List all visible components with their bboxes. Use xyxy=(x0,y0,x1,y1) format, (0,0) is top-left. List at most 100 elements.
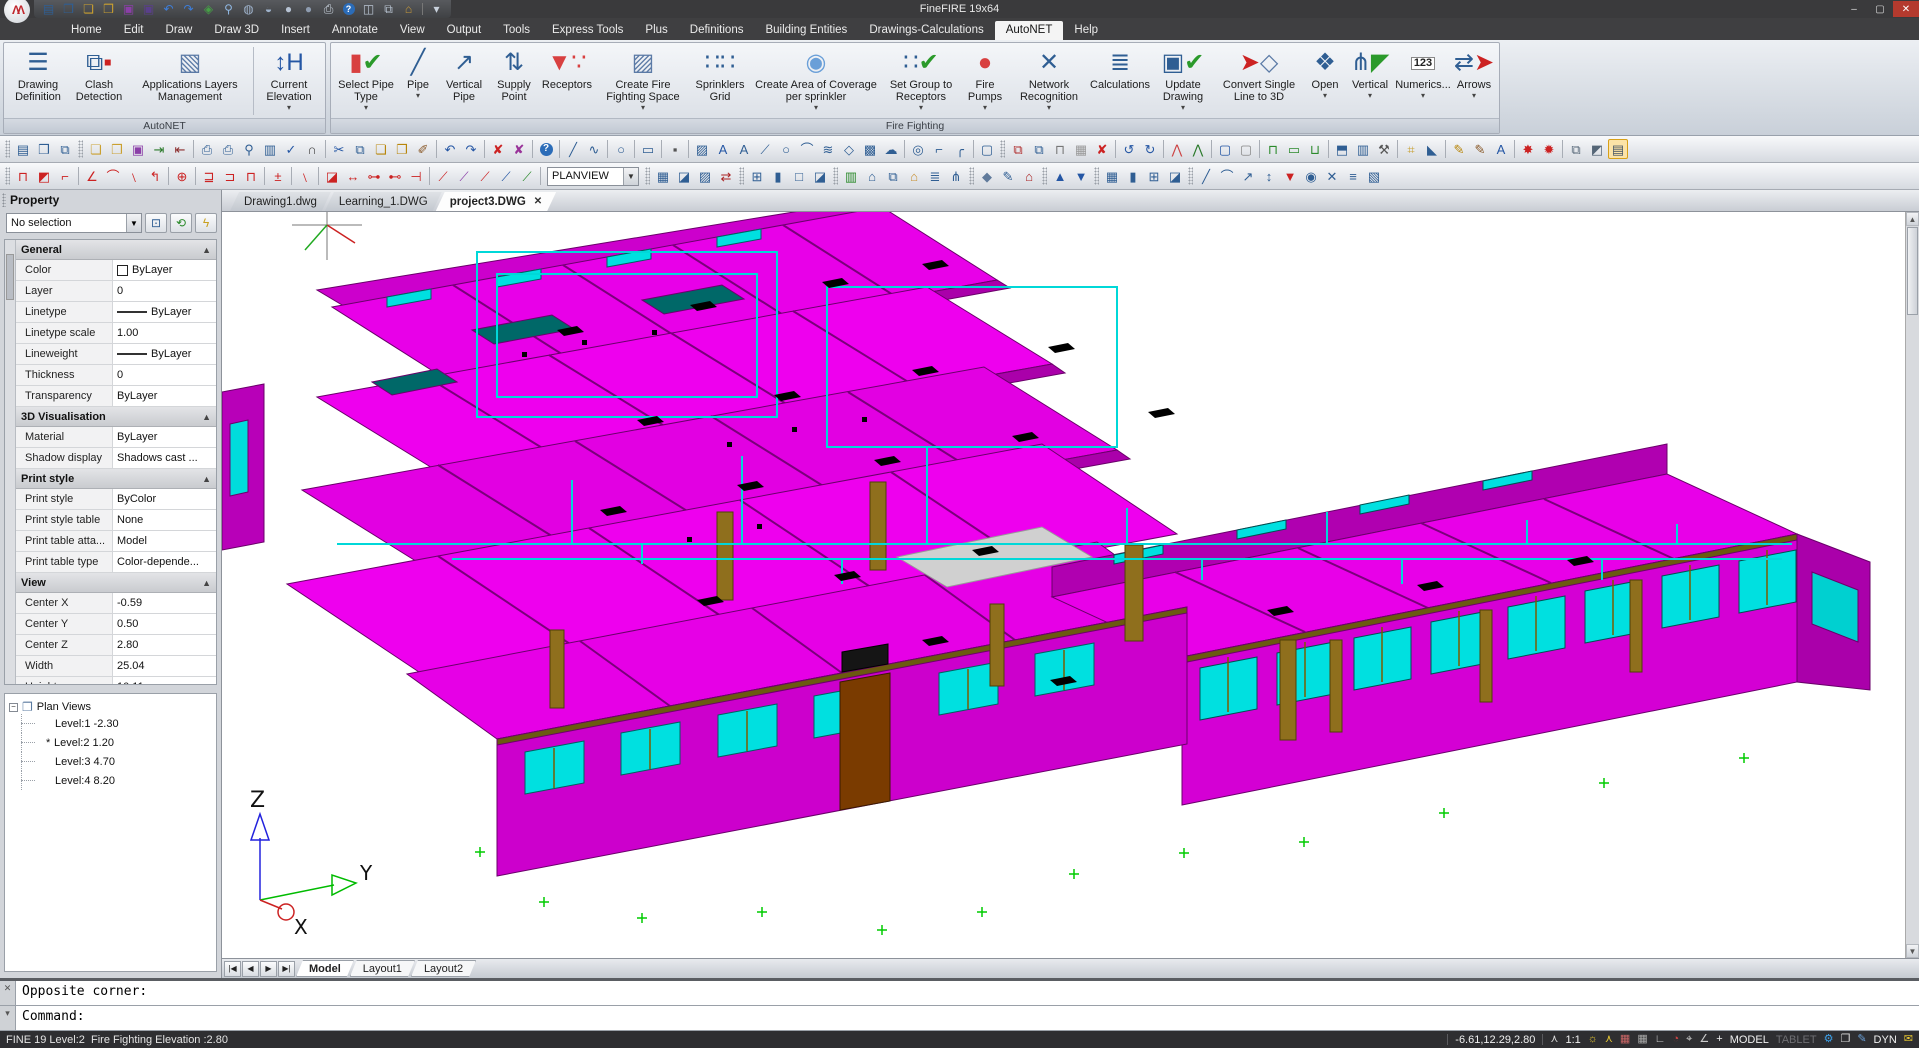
bld-manager-icon[interactable]: ⧉ xyxy=(55,139,75,159)
stats-icon[interactable]: ▥ xyxy=(1353,139,1373,159)
property-row-material[interactable]: MaterialByLayer xyxy=(16,427,216,448)
acis-import-icon[interactable]: ⇥ xyxy=(149,139,169,159)
qa-new-file-icon[interactable]: ❏ xyxy=(80,2,97,17)
property-row-lineweight[interactable]: LineweightByLayer xyxy=(16,344,216,365)
property-value[interactable]: ByLayer xyxy=(113,302,216,322)
drawing-tab-project3-dwg[interactable]: project3.DWG✕ xyxy=(436,192,556,211)
floor-plan-icon[interactable]: ⌂ xyxy=(862,166,882,186)
arc-icon[interactable]: ⌒ xyxy=(797,139,817,159)
layers-icon[interactable]: ≣ xyxy=(925,166,945,186)
qa-shade-hidden-icon[interactable]: ◒ xyxy=(260,2,277,17)
ribbon-applications-layers-management-button[interactable]: ▧Applications Layers Management xyxy=(129,44,251,118)
annotation-auto-icon[interactable]: ⋏ xyxy=(1605,1034,1613,1045)
property-row-height[interactable]: Height10.11 xyxy=(16,677,216,685)
annotation-scale[interactable]: 1:1 xyxy=(1565,1034,1580,1046)
dim-linear-icon[interactable]: ⊓ xyxy=(13,166,33,186)
end-hatch-icon[interactable]: ▧ xyxy=(1364,166,1384,186)
save-icon[interactable]: ▣ xyxy=(128,139,148,159)
level-down-icon[interactable]: ▼ xyxy=(1071,166,1091,186)
property-value[interactable]: None xyxy=(113,510,216,530)
command-text[interactable]: Command: xyxy=(16,1006,1919,1030)
selection-combo-dropdown-icon[interactable]: ▼ xyxy=(126,214,141,232)
ribbon-vertical-button[interactable]: ⋔◤Vertical▾ xyxy=(1346,44,1394,118)
copy-icon[interactable]: ⧉ xyxy=(350,139,370,159)
property-row-print-style[interactable]: Print styleByColor xyxy=(16,489,216,510)
ribbon-clash-detection-button[interactable]: ⧉▪Clash Detection xyxy=(69,44,129,118)
toolbar-grip[interactable] xyxy=(645,167,650,185)
pipe-vertical-icon[interactable]: ↕ xyxy=(1259,166,1279,186)
toolbar-grip[interactable] xyxy=(78,140,83,158)
dynamic-input-toggle[interactable]: DYN xyxy=(1874,1034,1897,1046)
text-underline-icon[interactable]: A xyxy=(713,139,733,159)
dim-angular-icon[interactable]: ∠ xyxy=(82,166,102,186)
menu-tab-drawings-calculations[interactable]: Drawings-Calculations xyxy=(858,21,994,40)
property-row-print-table-atta[interactable]: Print table atta...Model xyxy=(16,531,216,552)
property-row-center-y[interactable]: Center Y0.50 xyxy=(16,614,216,635)
property-value[interactable]: ByLayer xyxy=(113,260,216,280)
ribbon-pipe-button[interactable]: ╱Pipe▾ xyxy=(398,44,438,118)
dropdown-arrow-icon[interactable]: ▾ xyxy=(1047,104,1051,113)
menu-tab-view[interactable]: View xyxy=(389,21,436,40)
qa-shade-gouraud-icon[interactable]: ● xyxy=(280,2,297,17)
toolbar-grip[interactable] xyxy=(833,167,838,185)
view-selector-dropdown-icon[interactable]: ▼ xyxy=(623,168,638,185)
ortho-icon[interactable]: ∟ xyxy=(1655,1034,1666,1045)
dim-style-1-icon[interactable]: ⟋ xyxy=(433,166,453,186)
wall-2-icon[interactable]: ▦ xyxy=(1102,166,1122,186)
qa-help-icon[interactable]: ? xyxy=(340,2,357,17)
property-filter-button[interactable]: ϟ xyxy=(195,213,217,233)
erase-icon[interactable]: ✘ xyxy=(488,139,508,159)
point-icon[interactable]: ▪ xyxy=(665,139,685,159)
dim-radius-icon[interactable]: ⌐ xyxy=(55,166,75,186)
qa-save-icon[interactable]: ▣ xyxy=(120,2,137,17)
bld-drawing-icon[interactable]: ▤ xyxy=(13,139,33,159)
property-section-print-style[interactable]: Print style▲ xyxy=(16,469,216,489)
dim-baseline-icon[interactable]: ⊒ xyxy=(199,166,219,186)
property-value[interactable]: ByLayer xyxy=(113,427,216,447)
dim-stretch-icon[interactable]: ↔ xyxy=(343,166,363,186)
delete-icon[interactable]: ✘ xyxy=(1092,139,1112,159)
toolbar-grip[interactable] xyxy=(5,140,10,158)
dropdown-arrow-icon[interactable]: ▾ xyxy=(1472,92,1476,101)
wall-icon[interactable]: ▦ xyxy=(653,166,673,186)
qa-3d-home-icon[interactable]: ⌂ xyxy=(400,2,417,17)
menu-tab-draw[interactable]: Draw xyxy=(155,21,204,40)
gear-icon[interactable]: ⚙ xyxy=(1824,1034,1834,1045)
mirror-icon[interactable]: ⋀ xyxy=(1167,139,1187,159)
building-update-icon[interactable]: ▥ xyxy=(841,166,861,186)
dropdown-arrow-icon[interactable]: ▾ xyxy=(1421,92,1425,101)
property-row-center-x[interactable]: Center X-0.59 xyxy=(16,593,216,614)
osnap-icon[interactable]: ⌖ xyxy=(1686,1034,1692,1045)
command-text[interactable]: Opposite corner: xyxy=(16,981,1919,1005)
dim-chain-icon[interactable]: ⊶ xyxy=(364,166,384,186)
ribbon-convert-single-line-to-3d-button[interactable]: ➤◇Convert Single Line to 3D xyxy=(1214,44,1304,118)
eplot-icon[interactable]: ⎙ xyxy=(197,139,217,159)
property-value[interactable]: -0.59 xyxy=(113,593,216,613)
dropdown-arrow-icon[interactable]: ▾ xyxy=(641,104,645,113)
door-2-icon[interactable]: ▮ xyxy=(1123,166,1143,186)
match-properties-icon[interactable]: ✐ xyxy=(413,139,433,159)
command-gutter-button[interactable]: ▾ xyxy=(0,1006,16,1030)
plan-view-item-level-3[interactable]: Level:3 4.70 xyxy=(9,752,212,771)
dim-continue-icon[interactable]: ⊐ xyxy=(220,166,240,186)
hammer-icon[interactable]: ⚒ xyxy=(1374,139,1394,159)
dim-style-5-icon[interactable]: ⟋ xyxy=(517,166,537,186)
scrollbar-thumb[interactable] xyxy=(1907,227,1918,315)
pipe-arc-icon[interactable]: ⌒ xyxy=(1217,166,1237,186)
paste-icon[interactable]: ❏ xyxy=(371,139,391,159)
menu-tab-autonet[interactable]: AutoNET xyxy=(995,21,1064,40)
drawing-tab-learning-1-dwg[interactable]: Learning_1.DWG xyxy=(325,192,442,211)
dim-edit-icon[interactable]: ◪ xyxy=(322,166,342,186)
network-cross-icon[interactable]: ✕ xyxy=(1322,166,1342,186)
explode-icon[interactable]: ✸ xyxy=(1518,139,1538,159)
qa-zoom-icon[interactable]: ⚲ xyxy=(220,2,237,17)
lock-icon[interactable]: ⊓ xyxy=(1050,139,1070,159)
hatch-icon[interactable]: ▨ xyxy=(692,139,712,159)
property-row-thickness[interactable]: Thickness0 xyxy=(16,365,216,386)
spell-check-icon[interactable]: ✓ xyxy=(281,139,301,159)
dim-jogged-icon[interactable]: ﹨ xyxy=(124,166,144,186)
cut-icon[interactable]: ✂ xyxy=(329,139,349,159)
ribbon-select-pipe-type-button[interactable]: ▮✔Select Pipe Type▾ xyxy=(334,44,398,118)
qa-undo-icon[interactable]: ↶ xyxy=(160,2,177,17)
align-top-icon[interactable]: ⊓ xyxy=(1263,139,1283,159)
